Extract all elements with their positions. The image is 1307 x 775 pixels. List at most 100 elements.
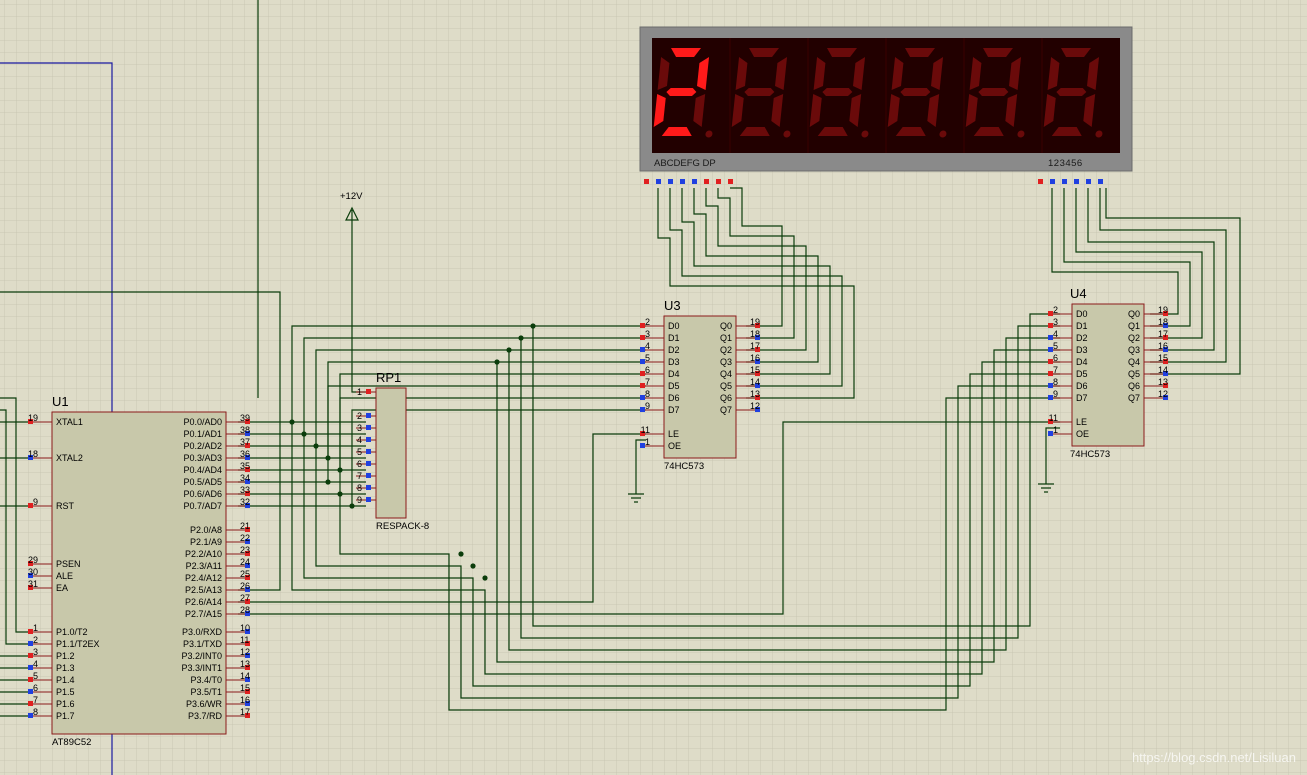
u1-part: AT89C52: [52, 737, 91, 748]
pin-name: D0: [668, 321, 680, 331]
pin-number: 9: [357, 495, 362, 505]
u1-ref: U1: [52, 394, 69, 409]
pin-number: 34: [240, 473, 250, 483]
pin-number: 27: [240, 593, 250, 603]
pin-number: 14: [750, 377, 760, 387]
pin-number: 7: [33, 695, 38, 705]
digit-pin[interactable]: [1038, 179, 1043, 184]
pin-number: 39: [240, 413, 250, 423]
pin-number: 4: [1053, 329, 1058, 339]
pin-name: EA: [56, 583, 68, 593]
pin-number: 18: [750, 329, 760, 339]
digit-pin[interactable]: [1074, 179, 1079, 184]
pin-name: D1: [1076, 321, 1088, 331]
schematic-canvas[interactable]: +12V U1 AT89C52 19 XTAL118 XTAL29 RST29 PSEN…: [0, 0, 1307, 775]
pin-number: 16: [1158, 341, 1168, 351]
pin-name: RST: [56, 501, 75, 511]
junction-dot: [313, 443, 319, 449]
pin-number: 35: [240, 461, 250, 471]
seven-segment-display[interactable]: ABCDEFG DP 123456: [639, 26, 1133, 184]
pin-name: LE: [668, 429, 679, 439]
pin-number: 3: [1053, 317, 1058, 327]
pin-name: Q7: [720, 405, 732, 415]
pin-number: 9: [33, 497, 38, 507]
segment-pin-label: ABCDEFG DP: [654, 158, 716, 169]
segment-pin[interactable]: [656, 179, 661, 184]
pin-name: P2.5/A13: [185, 585, 222, 595]
u1-microcontroller[interactable]: U1 AT89C52 19 XTAL118 XTAL29 RST29 PSEN30 ALE…: [28, 394, 250, 748]
pin-name: P3.7/RD: [188, 711, 223, 721]
pin-number: 14: [240, 671, 250, 681]
pin-number: 33: [240, 485, 250, 495]
pin-number: 17: [750, 341, 760, 351]
pin-name: P3.6/WR: [186, 699, 223, 709]
pin-name: Q6: [1128, 381, 1140, 391]
segment-pin[interactable]: [668, 179, 673, 184]
pin-number: 11: [240, 635, 249, 645]
pin-name: PSEN: [56, 559, 81, 569]
pin-number: 7: [357, 471, 362, 481]
pin-number: 11: [641, 425, 650, 435]
pin-number: 18: [28, 449, 38, 459]
pin-name: P2.7/A15: [185, 609, 222, 619]
pin-number: 16: [240, 695, 250, 705]
segment-pin[interactable]: [704, 179, 709, 184]
pin-name: Q3: [720, 357, 732, 367]
u4-ref: U4: [1070, 286, 1087, 301]
pin-name: D1: [668, 333, 680, 343]
digit-pin[interactable]: [1062, 179, 1067, 184]
pin-number: 9: [1053, 389, 1058, 399]
segment-pin[interactable]: [692, 179, 697, 184]
pin-name: ALE: [56, 571, 73, 581]
digit-pin[interactable]: [1098, 179, 1103, 184]
segment-pin[interactable]: [644, 179, 649, 184]
pin-number: 5: [645, 353, 650, 363]
pin-name: P1.5: [56, 687, 75, 697]
pin-number: 13: [240, 659, 250, 669]
pin-number: 29: [28, 555, 38, 565]
pin-name: P1.4: [56, 675, 75, 685]
junction-dot: [530, 323, 536, 329]
pin-number: 36: [240, 449, 250, 459]
pin-name: P0.5/AD5: [183, 477, 222, 487]
junction-dot: [518, 335, 524, 341]
pin-number: 21: [240, 521, 250, 531]
pin-number: 8: [357, 483, 362, 493]
pin-number: 6: [1053, 353, 1058, 363]
pin-name: D6: [1076, 381, 1088, 391]
pin-name: P0.3/AD3: [183, 453, 222, 463]
pin-name: LE: [1076, 417, 1087, 427]
digit-pin[interactable]: [1050, 179, 1055, 184]
pin-number: 7: [1053, 365, 1058, 375]
segment-pin[interactable]: [680, 179, 685, 184]
pin-name: P2.3/A11: [186, 561, 222, 571]
pin-name: D4: [668, 369, 680, 379]
pin-number: 12: [1158, 389, 1168, 399]
pin-name: P1.7: [56, 711, 75, 721]
junction-dot: [506, 347, 512, 353]
pin-name: P1.0/T2: [56, 627, 88, 637]
pin-number: 19: [750, 317, 760, 327]
pin-name: Q1: [1128, 321, 1140, 331]
junction-dot: [458, 551, 464, 557]
pin-name: OE: [1076, 429, 1089, 439]
pin-number: 37: [240, 437, 250, 447]
pin-name: P2.0/A8: [190, 525, 222, 535]
segment-pin[interactable]: [716, 179, 721, 184]
pin-number: 8: [1053, 377, 1058, 387]
pin-name: P0.4/AD4: [183, 465, 222, 475]
pin-number: 17: [1158, 329, 1168, 339]
pin-number: 13: [750, 389, 760, 399]
segment-pin[interactable]: [728, 179, 733, 184]
pin-number: 18: [1158, 317, 1168, 327]
pin-number: 11: [1049, 413, 1058, 423]
pin-number: 7: [645, 377, 650, 387]
pin-name: P1.2: [56, 651, 75, 661]
segment-g: [822, 88, 853, 96]
digit-pin[interactable]: [1086, 179, 1091, 184]
pin-number: 1: [33, 623, 38, 633]
junction-dot: [349, 503, 355, 509]
pin-number: 2: [357, 411, 362, 421]
pin-name: P1.3: [56, 663, 75, 673]
digit-pin-label: 123456: [1048, 158, 1083, 169]
